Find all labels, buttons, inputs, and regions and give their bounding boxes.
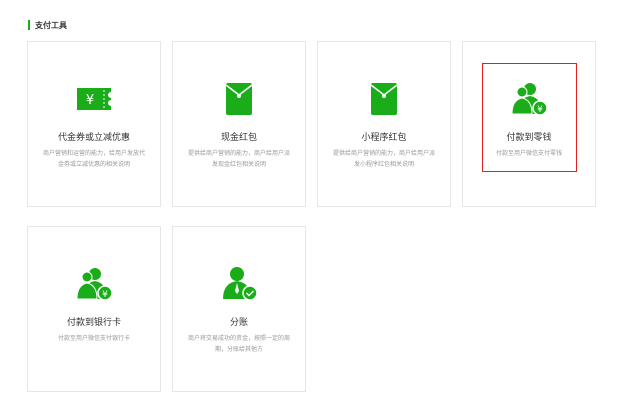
red-packet-icon xyxy=(370,83,398,115)
users-yen-icon: ¥ xyxy=(511,83,548,116)
card-pay-to-bank-card[interactable]: ¥ 付款到银行卡 付款至用户微信支付银行卡 xyxy=(27,226,161,392)
card-description: 提供给商户营销的能力，商户给用户派发小程序红包相关说明 xyxy=(332,150,435,168)
user-check-icon xyxy=(223,267,258,301)
svg-text:¥: ¥ xyxy=(102,290,108,300)
svg-text:¥: ¥ xyxy=(86,93,94,108)
card-title: 付款到零钱 xyxy=(506,133,552,143)
card-description: 提供给商户营销的能力，商户给用户派发现金红包相关说明 xyxy=(187,150,290,168)
payment-tools-page: 支付工具 ¥ 代金券或立减优惠 商户营销和运营的能力，给用户发放代金券或立减优惠… xyxy=(0,0,640,409)
users-yen-icon: ¥ xyxy=(76,268,113,301)
card-title: 付款到银行卡 xyxy=(66,318,121,328)
card-pay-to-balance[interactable]: ¥ 付款到零钱 付款至用户微信支付零钱 xyxy=(462,41,596,207)
card-profit-sharing[interactable]: 分账 商户将交易成功的资金，按照一定的周期，分账给其他方 xyxy=(172,226,306,392)
section-accent-bar xyxy=(28,20,30,30)
red-packet-icon xyxy=(225,83,253,115)
card-cash-red-packet[interactable]: 现金红包 提供给商户营销的能力，商户给用户派发现金红包相关说明 xyxy=(172,41,306,207)
card-title: 现金红包 xyxy=(220,133,257,143)
card-title: 小程序红包 xyxy=(361,133,407,143)
card-title: 分账 xyxy=(229,318,248,328)
card-coupon[interactable]: ¥ 代金券或立减优惠 商户营销和运营的能力，给用户发放代金券或立减优惠的相关说明 xyxy=(27,41,161,207)
svg-text:¥: ¥ xyxy=(537,105,543,115)
card-description: 商户营销和运营的能力，给用户发放代金券或立减优惠的相关说明 xyxy=(42,150,145,168)
card-miniprogram-red-packet[interactable]: 小程序红包 提供给商户营销的能力，商户给用户派发小程序红包相关说明 xyxy=(317,41,451,207)
card-description: 付款至用户微信支付零钱 xyxy=(495,150,562,157)
section-header: 支付工具 xyxy=(28,19,67,31)
card-description: 商户将交易成功的资金，按照一定的周期，分账给其他方 xyxy=(187,335,290,353)
section-title: 支付工具 xyxy=(35,20,67,30)
card-description: 付款至用户微信支付银行卡 xyxy=(57,335,130,342)
coupon-icon: ¥ xyxy=(77,88,111,110)
card-title: 代金券或立减优惠 xyxy=(57,133,130,143)
